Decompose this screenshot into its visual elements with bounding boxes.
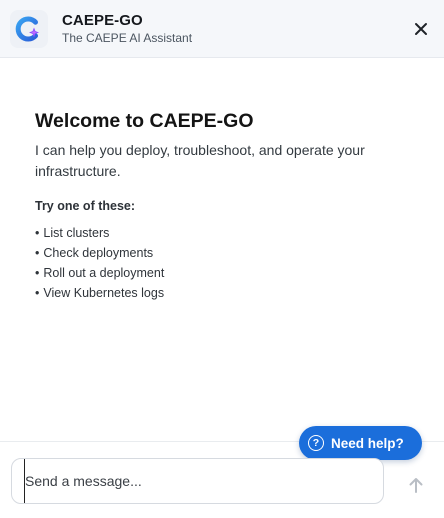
chat-widget: CAEPE-GO The CAEPE AI Assistant Welcome … — [0, 0, 444, 518]
close-icon — [415, 23, 427, 35]
need-help-button[interactable]: ? Need help? — [299, 426, 422, 460]
need-help-label: Need help? — [331, 435, 404, 451]
suggestion-label: Roll out a deployment — [43, 266, 165, 280]
suggestion-item[interactable]: • List clusters — [35, 223, 415, 243]
arrow-up-icon — [409, 478, 423, 493]
suggestion-list: • List clusters • Check deployments • Roll … — [35, 223, 415, 303]
caepe-logo-icon — [10, 10, 48, 48]
welcome-title: Welcome to CAEPE-GO — [35, 110, 254, 132]
question-icon: ? — [308, 435, 324, 451]
message-composer — [11, 458, 384, 504]
suggestion-label: View Kubernetes logs — [43, 286, 165, 300]
welcome-text: I can help you deploy, troubleshoot, and… — [35, 142, 365, 179]
suggestion-label: List clusters — [43, 226, 110, 240]
suggestion-label: Check deployments — [43, 246, 154, 260]
message-input[interactable] — [24, 459, 364, 503]
widget-title: CAEPE-GO — [62, 12, 143, 29]
close-button[interactable] — [408, 16, 434, 42]
suggestion-item[interactable]: • View Kubernetes logs — [35, 283, 415, 303]
suggestion-item[interactable]: • Roll out a deployment — [35, 263, 415, 283]
suggestions-heading: Try one of these: — [35, 199, 136, 213]
send-button[interactable] — [404, 473, 428, 497]
welcome-panel: Welcome to CAEPE-GO I can help you deplo… — [35, 108, 415, 303]
widget-header: CAEPE-GO The CAEPE AI Assistant — [0, 0, 444, 58]
suggestion-item[interactable]: • Check deployments — [35, 243, 415, 263]
widget-subtitle: The CAEPE AI Assistant — [62, 31, 193, 45]
